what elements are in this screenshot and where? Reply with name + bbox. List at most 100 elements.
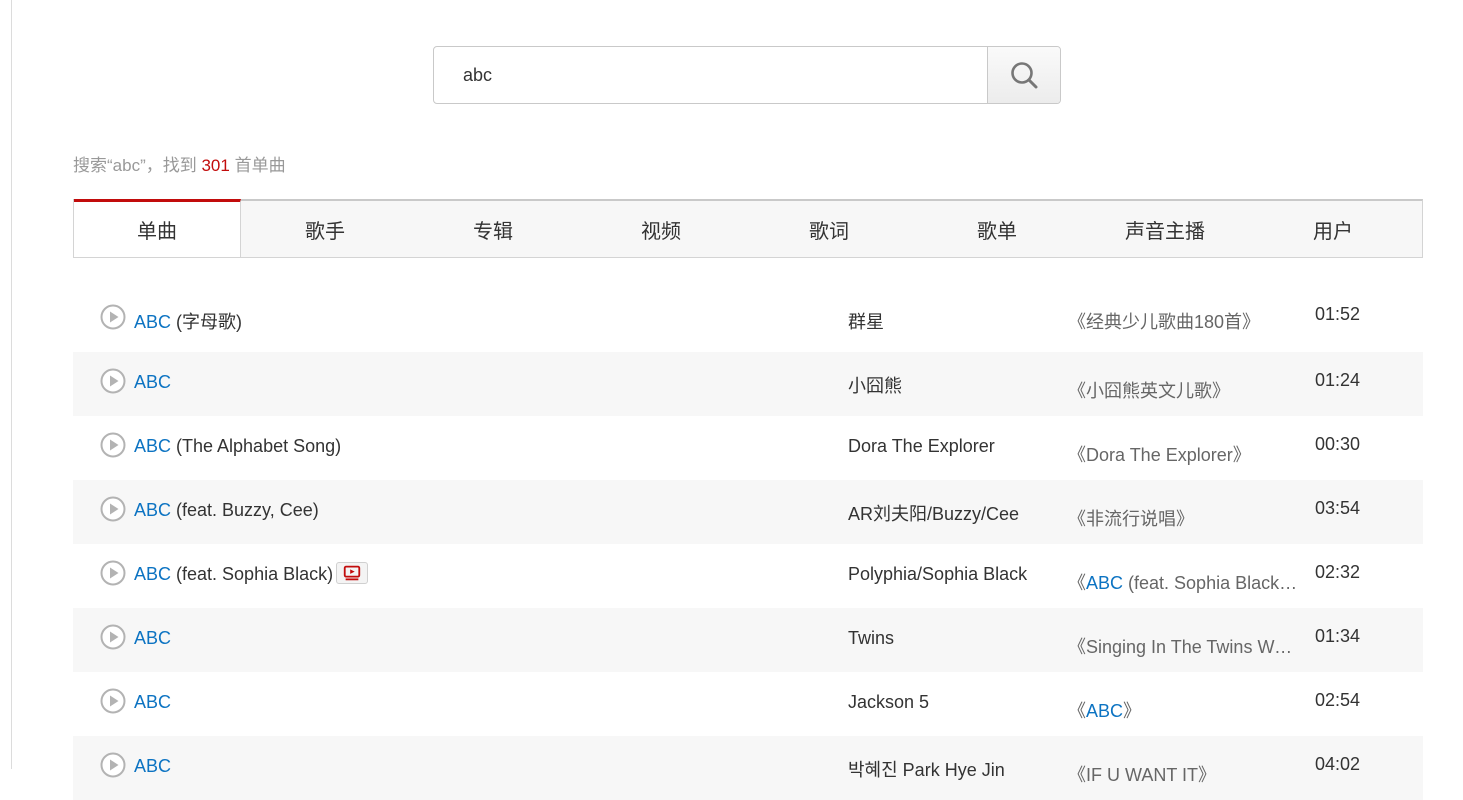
song-duration: 02:54: [1315, 690, 1361, 710]
song-title: ABC: [134, 756, 171, 777]
song-title: ABC (The Alphabet Song): [134, 436, 341, 457]
play-icon[interactable]: [100, 496, 126, 522]
album-close: 》: [1176, 509, 1194, 529]
summary-suffix: 首单曲: [229, 156, 286, 175]
song-name-link[interactable]: ABC: [134, 372, 171, 392]
song-album: 《经典少儿歌曲180首》: [1068, 308, 1298, 334]
search-icon: [1011, 62, 1038, 89]
result-count: 301: [201, 156, 230, 175]
album-name[interactable]: 小囧熊英文儿歌: [1086, 381, 1212, 401]
album-name[interactable]: Singing In The Twins Wo…: [1086, 637, 1298, 657]
song-name-link[interactable]: ABC: [134, 312, 171, 332]
album-link[interactable]: ABC: [1086, 573, 1123, 593]
tab-videos[interactable]: 视频: [577, 201, 745, 257]
song-list: ABC (字母歌) 群星 《经典少儿歌曲180首》 01:52 ABC 小囧熊 《小囧熊英文…: [73, 288, 1423, 800]
song-name-link[interactable]: ABC: [134, 564, 171, 584]
album-name[interactable]: 非流行说唱: [1086, 509, 1176, 529]
song-duration: 03:54: [1315, 498, 1361, 518]
search-input[interactable]: [434, 47, 988, 103]
song-artist[interactable]: 群星: [848, 308, 884, 334]
song-name-link[interactable]: ABC: [134, 628, 171, 648]
song-album: 《IF U WANT IT》: [1068, 761, 1298, 787]
mv-icon[interactable]: [336, 562, 369, 585]
song-duration: 02:32: [1315, 562, 1361, 582]
song-duration: 01:52: [1315, 304, 1361, 324]
album-link[interactable]: ABC: [1086, 701, 1123, 721]
search-summary: 搜索“abc”，找到 301 首单曲: [73, 151, 286, 176]
tab-songs[interactable]: 单曲: [74, 199, 241, 257]
search-box: [433, 46, 1061, 104]
song-row[interactable]: ABC Jackson 5 《ABC》 02:54: [73, 672, 1423, 736]
song-title: ABC (feat. Sophia Black): [134, 562, 369, 586]
song-album: 《Dora The Explorer》: [1068, 441, 1298, 467]
song-title: ABC: [134, 372, 171, 393]
song-title: ABC: [134, 628, 171, 649]
song-album: 《ABC (feat. Sophia Black…: [1068, 569, 1298, 595]
album-open: 《: [1068, 637, 1086, 657]
search-button[interactable]: [987, 47, 1060, 103]
play-icon[interactable]: [100, 560, 126, 586]
tab-lyrics[interactable]: 歌词: [745, 201, 913, 257]
summary-prefix: 搜索“abc”，找到: [73, 156, 202, 175]
song-artist[interactable]: 박혜진 Park Hye Jin: [848, 756, 1005, 782]
song-artist[interactable]: Dora The Explorer: [848, 436, 995, 457]
song-duration: 01:34: [1315, 626, 1361, 646]
tab-podcasters[interactable]: 声音主播: [1081, 201, 1249, 257]
album-close: 》: [1212, 381, 1230, 401]
song-subtitle: (The Alphabet Song): [171, 436, 342, 456]
song-artist[interactable]: Polyphia/Sophia Black: [848, 564, 1027, 585]
song-name-link[interactable]: ABC: [134, 436, 171, 456]
song-title: ABC: [134, 692, 171, 713]
tab-artists[interactable]: 歌手: [241, 201, 409, 257]
song-artist[interactable]: AR刘夫阳/Buzzy/Cee: [848, 500, 1019, 526]
song-row[interactable]: ABC (feat. Buzzy, Cee) AR刘夫阳/Buzzy/Cee 《非流…: [73, 480, 1423, 544]
play-icon[interactable]: [100, 752, 126, 778]
song-name-link[interactable]: ABC: [134, 692, 171, 712]
song-row[interactable]: ABC 박혜진 Park Hye Jin 《IF U WANT IT》 04:02: [73, 736, 1423, 800]
play-icon[interactable]: [100, 688, 126, 714]
play-icon[interactable]: [100, 368, 126, 394]
song-artist[interactable]: 小囧熊: [848, 372, 902, 398]
album-rest: (feat. Sophia Black…: [1123, 573, 1298, 593]
song-album: 《小囧熊英文儿歌》: [1068, 377, 1298, 403]
album-name[interactable]: Dora The Explorer: [1086, 445, 1233, 465]
album-open: 《: [1068, 701, 1086, 721]
album-open: 《: [1068, 445, 1086, 465]
song-duration: 01:24: [1315, 370, 1361, 390]
song-row[interactable]: ABC (feat. Sophia Black) Polyphia/Sophia …: [73, 544, 1423, 608]
album-name[interactable]: IF U WANT IT: [1086, 765, 1198, 785]
song-row[interactable]: ABC 小囧熊 《小囧熊英文儿歌》 01:24: [73, 352, 1423, 416]
song-album: 《ABC》: [1068, 697, 1298, 723]
song-album: 《Singing In The Twins Wo…: [1068, 633, 1298, 659]
play-icon[interactable]: [100, 432, 126, 458]
album-close: 》: [1232, 445, 1251, 465]
album-open: 《: [1068, 509, 1086, 529]
song-duration: 00:30: [1315, 434, 1361, 454]
song-subtitle: (字母歌): [171, 312, 243, 332]
album-name[interactable]: 经典少儿歌曲180首: [1086, 312, 1242, 332]
album-open: 《: [1068, 765, 1086, 785]
song-album: 《非流行说唱》: [1068, 505, 1298, 531]
play-icon[interactable]: [100, 624, 126, 650]
tab-playlists[interactable]: 歌单: [913, 201, 1081, 257]
album-open: 《: [1068, 312, 1086, 332]
tab-users[interactable]: 用户: [1249, 201, 1417, 257]
song-artist[interactable]: Twins: [848, 628, 894, 649]
album-open: 《: [1068, 573, 1086, 593]
song-name-link[interactable]: ABC: [134, 500, 171, 520]
song-name-link[interactable]: ABC: [134, 756, 171, 776]
song-subtitle: (feat. Buzzy, Cee): [171, 500, 319, 520]
song-row[interactable]: ABC (字母歌) 群星 《经典少儿歌曲180首》 01:52: [73, 288, 1423, 352]
album-open: 《: [1068, 381, 1086, 401]
song-row[interactable]: ABC (The Alphabet Song) Dora The Explorer…: [73, 416, 1423, 480]
song-subtitle: (feat. Sophia Black): [171, 564, 334, 584]
tab-albums[interactable]: 专辑: [409, 201, 577, 257]
song-duration: 04:02: [1315, 754, 1361, 774]
song-row[interactable]: ABC Twins 《Singing In The Twins Wo… 01:34: [73, 608, 1423, 672]
page-left-border: [11, 0, 12, 769]
song-title: ABC (feat. Buzzy, Cee): [134, 500, 319, 521]
album-close: 》: [1242, 312, 1261, 332]
play-icon[interactable]: [100, 304, 126, 330]
song-artist[interactable]: Jackson 5: [848, 692, 929, 713]
album-close: 》: [1198, 765, 1216, 785]
